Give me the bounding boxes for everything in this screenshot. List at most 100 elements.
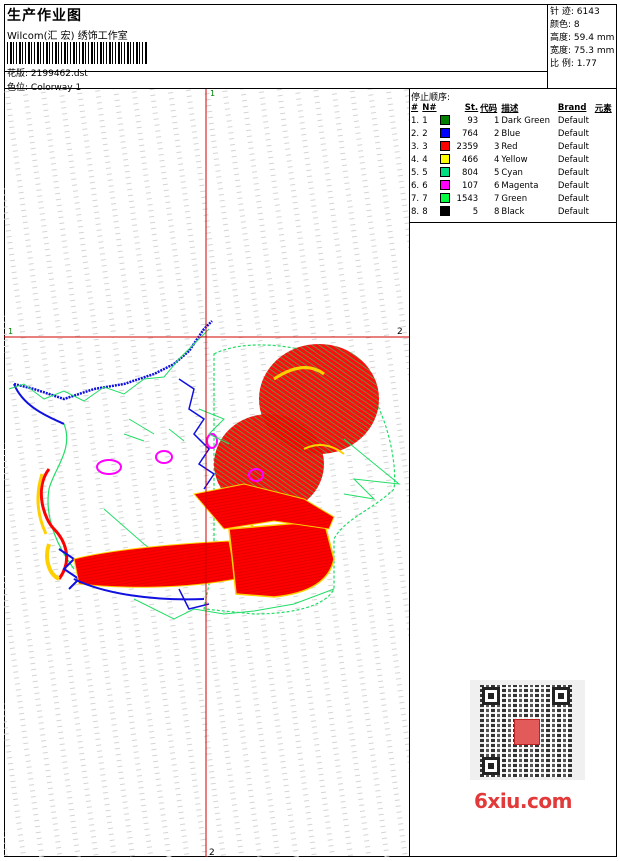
row-stitches: 804 [461, 167, 479, 178]
row-n: 8 [422, 206, 428, 217]
panel-bottom-border [410, 222, 617, 223]
row-idx: 6. [411, 180, 420, 191]
row-desc: Red [501, 141, 518, 152]
studio-name: Wilcom(汇 宏) 绣饰工作室 [7, 31, 128, 42]
color-swatch-icon [440, 141, 451, 152]
color-row[interactable]: 2. 2 764 2 Blue Default [410, 127, 615, 140]
row-brand: Default [557, 206, 589, 217]
color-table: # N# St. 代码 描述 Brand 元素 1. 1 93 1 Dark Green… [410, 102, 615, 218]
row-n: 7 [422, 193, 428, 204]
row-stitches: 2359 [456, 141, 479, 152]
embroidery-preview: 1 1 2 2 [4, 89, 409, 857]
color-swatch-icon [440, 128, 451, 139]
row-n: 4 [422, 154, 428, 165]
stat-stitches-value: 6143 [576, 7, 600, 17]
row-desc: Blue [501, 128, 521, 139]
col-idx: # [411, 103, 419, 113]
row-stitches: 764 [461, 128, 479, 139]
row-desc: Magenta [501, 180, 539, 191]
row-brand: Default [557, 141, 589, 152]
swatch [439, 140, 452, 153]
row-idx: 4. [411, 154, 420, 165]
site-watermark: 6xiu.com [474, 789, 572, 813]
row-idx: 8. [411, 206, 420, 217]
header-info: 生产作业图 Wilcom(汇 宏) 绣饰工作室 花版: 2199462.dst … [5, 5, 548, 93]
swatch [439, 127, 452, 140]
stat-ratio: 比 例: 1.77 [550, 58, 614, 71]
swatch [439, 179, 452, 192]
page-title: 生产作业图 [7, 8, 82, 24]
stop-sequence-title: 停止顺序: [411, 93, 451, 103]
row-code: 3 [493, 141, 500, 152]
design-stats: 针 迹: 6143 颜色: 8 高度: 59.4 mm 宽度: 75.3 mm … [550, 6, 614, 71]
row-brand: Default [557, 115, 589, 126]
axis-label-bottom: 2 [209, 848, 215, 857]
col-swatch [439, 102, 452, 114]
stop-sequence-panel: 停止顺序: # N# St. 代码 描述 Brand 元素 1. 1 93 1 Dark… [410, 89, 617, 218]
row-idx: 5. [411, 167, 420, 178]
stat-stitches-label: 针 迹: [550, 7, 574, 17]
color-swatch-icon [440, 206, 451, 217]
color-table-header: # N# St. 代码 描述 Brand 元素 [410, 102, 615, 114]
stat-height-value: 59.4 mm [573, 33, 615, 43]
row-idx: 2. [411, 128, 420, 139]
row-desc: Black [501, 206, 525, 217]
design-file: 花版: 2199462.dst [7, 66, 88, 79]
qr-image [480, 685, 572, 777]
swatch [439, 114, 452, 127]
barcode [7, 42, 147, 64]
row-idx: 1. [411, 115, 420, 126]
row-code: 6 [493, 180, 500, 191]
row-brand: Default [557, 167, 589, 178]
row-stitches: 93 [467, 115, 479, 126]
header-vdivider [547, 4, 548, 89]
swatch [439, 153, 452, 166]
color-swatch-icon [440, 180, 451, 191]
axis-label-top: 1 [210, 89, 215, 98]
row-desc: Cyan [501, 167, 523, 178]
stat-colors-value: 8 [573, 20, 580, 30]
color-row[interactable]: 7. 7 1543 7 Green Default [410, 192, 615, 205]
row-desc: Dark Green [501, 115, 550, 126]
header-divider [4, 71, 548, 72]
row-code: 5 [493, 167, 500, 178]
row-stitches: 107 [461, 180, 479, 191]
row-n: 2 [422, 128, 428, 139]
row-brand: Default [557, 154, 589, 165]
stat-colors-label: 颜色: [550, 20, 572, 30]
color-row[interactable]: 1. 1 93 1 Dark Green Default [410, 114, 615, 127]
qr-code [470, 680, 585, 780]
col-n: N# [422, 103, 437, 113]
row-desc: Yellow [501, 154, 528, 165]
stat-ratio-label: 比 例: [550, 59, 574, 69]
color-row[interactable]: 8. 8 5 8 Black Default [410, 205, 615, 218]
stat-ratio-value: 1.77 [576, 59, 597, 69]
color-swatch-icon [440, 154, 451, 165]
design-canvas[interactable]: 1 1 2 2 [4, 89, 409, 857]
row-code: 4 [493, 154, 500, 165]
row-stitches: 1543 [456, 193, 479, 204]
col-code: 代码 [480, 104, 498, 114]
swatch [439, 166, 452, 179]
row-idx: 3. [411, 141, 420, 152]
stat-height: 高度: 59.4 mm [550, 32, 614, 45]
row-stitches: 466 [461, 154, 479, 165]
row-n: 3 [422, 141, 428, 152]
col-st: St. [464, 103, 479, 113]
color-row[interactable]: 4. 4 466 4 Yellow Default [410, 153, 615, 166]
row-stitches: 5 [472, 206, 479, 217]
row-n: 5 [422, 167, 428, 178]
color-swatch-icon [440, 193, 451, 204]
row-code: 1 [493, 115, 500, 126]
seal-icon [514, 719, 540, 745]
stat-colors: 颜色: 8 [550, 19, 614, 32]
row-code: 8 [493, 206, 500, 217]
color-row[interactable]: 6. 6 107 6 Magenta Default [410, 179, 615, 192]
col-element: 元素 [594, 104, 612, 114]
color-row[interactable]: 5. 5 804 5 Cyan Default [410, 166, 615, 179]
color-row[interactable]: 3. 3 2359 3 Red Default [410, 140, 615, 153]
stat-width: 宽度: 75.3 mm [550, 45, 614, 58]
row-code: 7 [493, 193, 500, 204]
row-n: 1 [422, 115, 428, 126]
stat-height-label: 高度: [550, 33, 572, 43]
